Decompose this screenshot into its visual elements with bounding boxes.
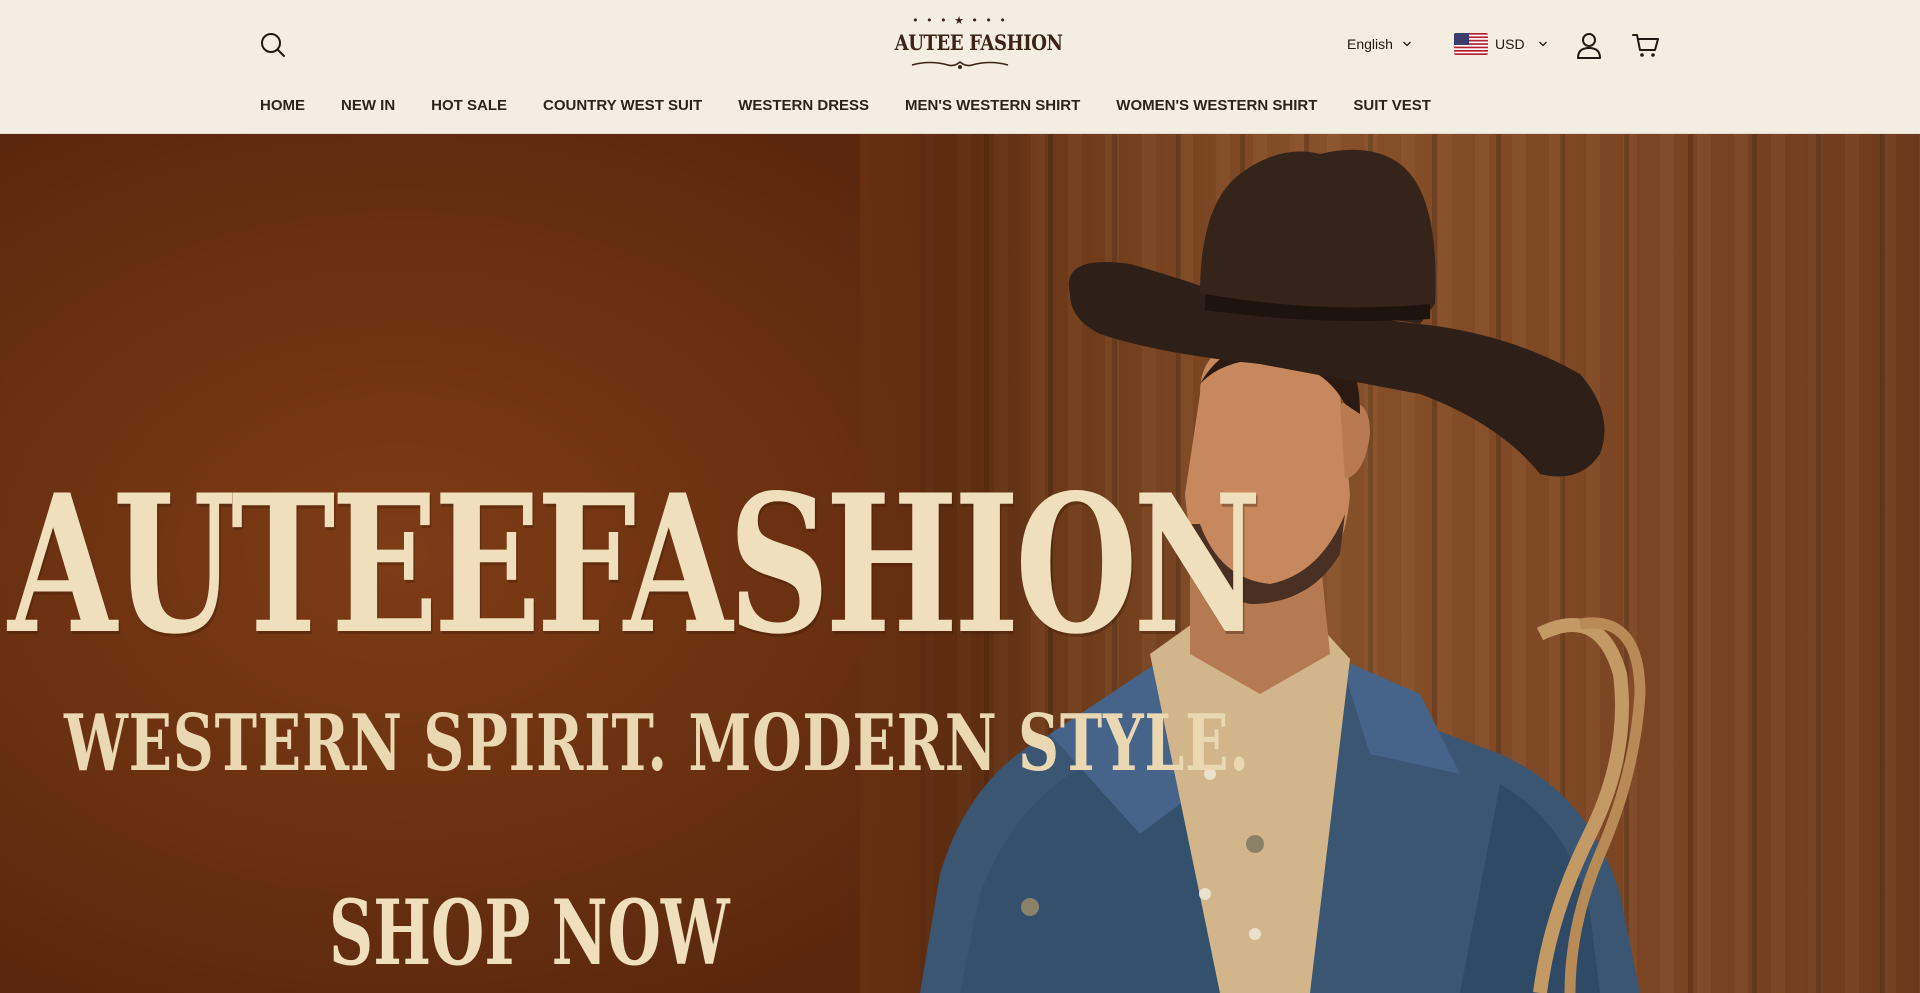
nav-item-western-dress[interactable]: WESTERN DRESS	[738, 96, 869, 116]
site-logo[interactable]: • • • ★ • • • AUTEE FASHION	[884, 14, 1063, 76]
account-button[interactable]	[1574, 30, 1604, 60]
nav-item-hot-sale[interactable]: HOT SALE	[431, 96, 507, 116]
nav-item-mens-western-shirt[interactable]: MEN'S WESTERN SHIRT	[905, 96, 1080, 116]
site-header: • • • ★ • • • AUTEE FASHION English USD …	[0, 0, 1920, 134]
hero-brand-title: AUTEEFASHION	[8, 453, 1262, 676]
us-flag-icon	[1454, 33, 1488, 55]
hero-banner[interactable]: AUTEEFASHION WESTERN SPIRIT. MODERN STYL…	[0, 134, 1920, 993]
language-selector[interactable]: English	[1347, 34, 1412, 54]
nav-item-home[interactable]: HOME	[260, 96, 305, 116]
chevron-down-icon	[1402, 41, 1411, 47]
cart-button[interactable]	[1631, 30, 1661, 60]
logo-flourish-ornament	[911, 60, 1009, 69]
cart-icon	[1632, 34, 1659, 57]
shop-now-button[interactable]: SHOP NOW	[329, 886, 730, 981]
search-icon	[261, 33, 285, 57]
chevron-down-icon	[1538, 41, 1547, 47]
nav-item-womens-western-shirt[interactable]: WOMEN'S WESTERN SHIRT	[1116, 96, 1317, 116]
nav-item-country-west-suit[interactable]: COUNTRY WEST SUIT	[543, 96, 702, 116]
logo-stars-ornament: • • • ★ • • •	[912, 14, 1008, 27]
main-nav: HOME NEW IN HOT SALE COUNTRY WEST SUIT W…	[260, 96, 1431, 116]
language-label: English	[1347, 36, 1393, 52]
currency-selector[interactable]: USD	[1454, 32, 1548, 56]
logo-text: AUTEE FASHION	[894, 30, 1063, 55]
user-icon	[1577, 33, 1601, 59]
search-button[interactable]	[258, 30, 288, 60]
nav-item-suit-vest[interactable]: SUIT VEST	[1353, 96, 1431, 116]
currency-label: USD	[1495, 36, 1525, 52]
nav-item-new-in[interactable]: NEW IN	[341, 96, 395, 116]
hero-tagline: WESTERN SPIRIT. MODERN STYLE.	[64, 698, 1250, 789]
